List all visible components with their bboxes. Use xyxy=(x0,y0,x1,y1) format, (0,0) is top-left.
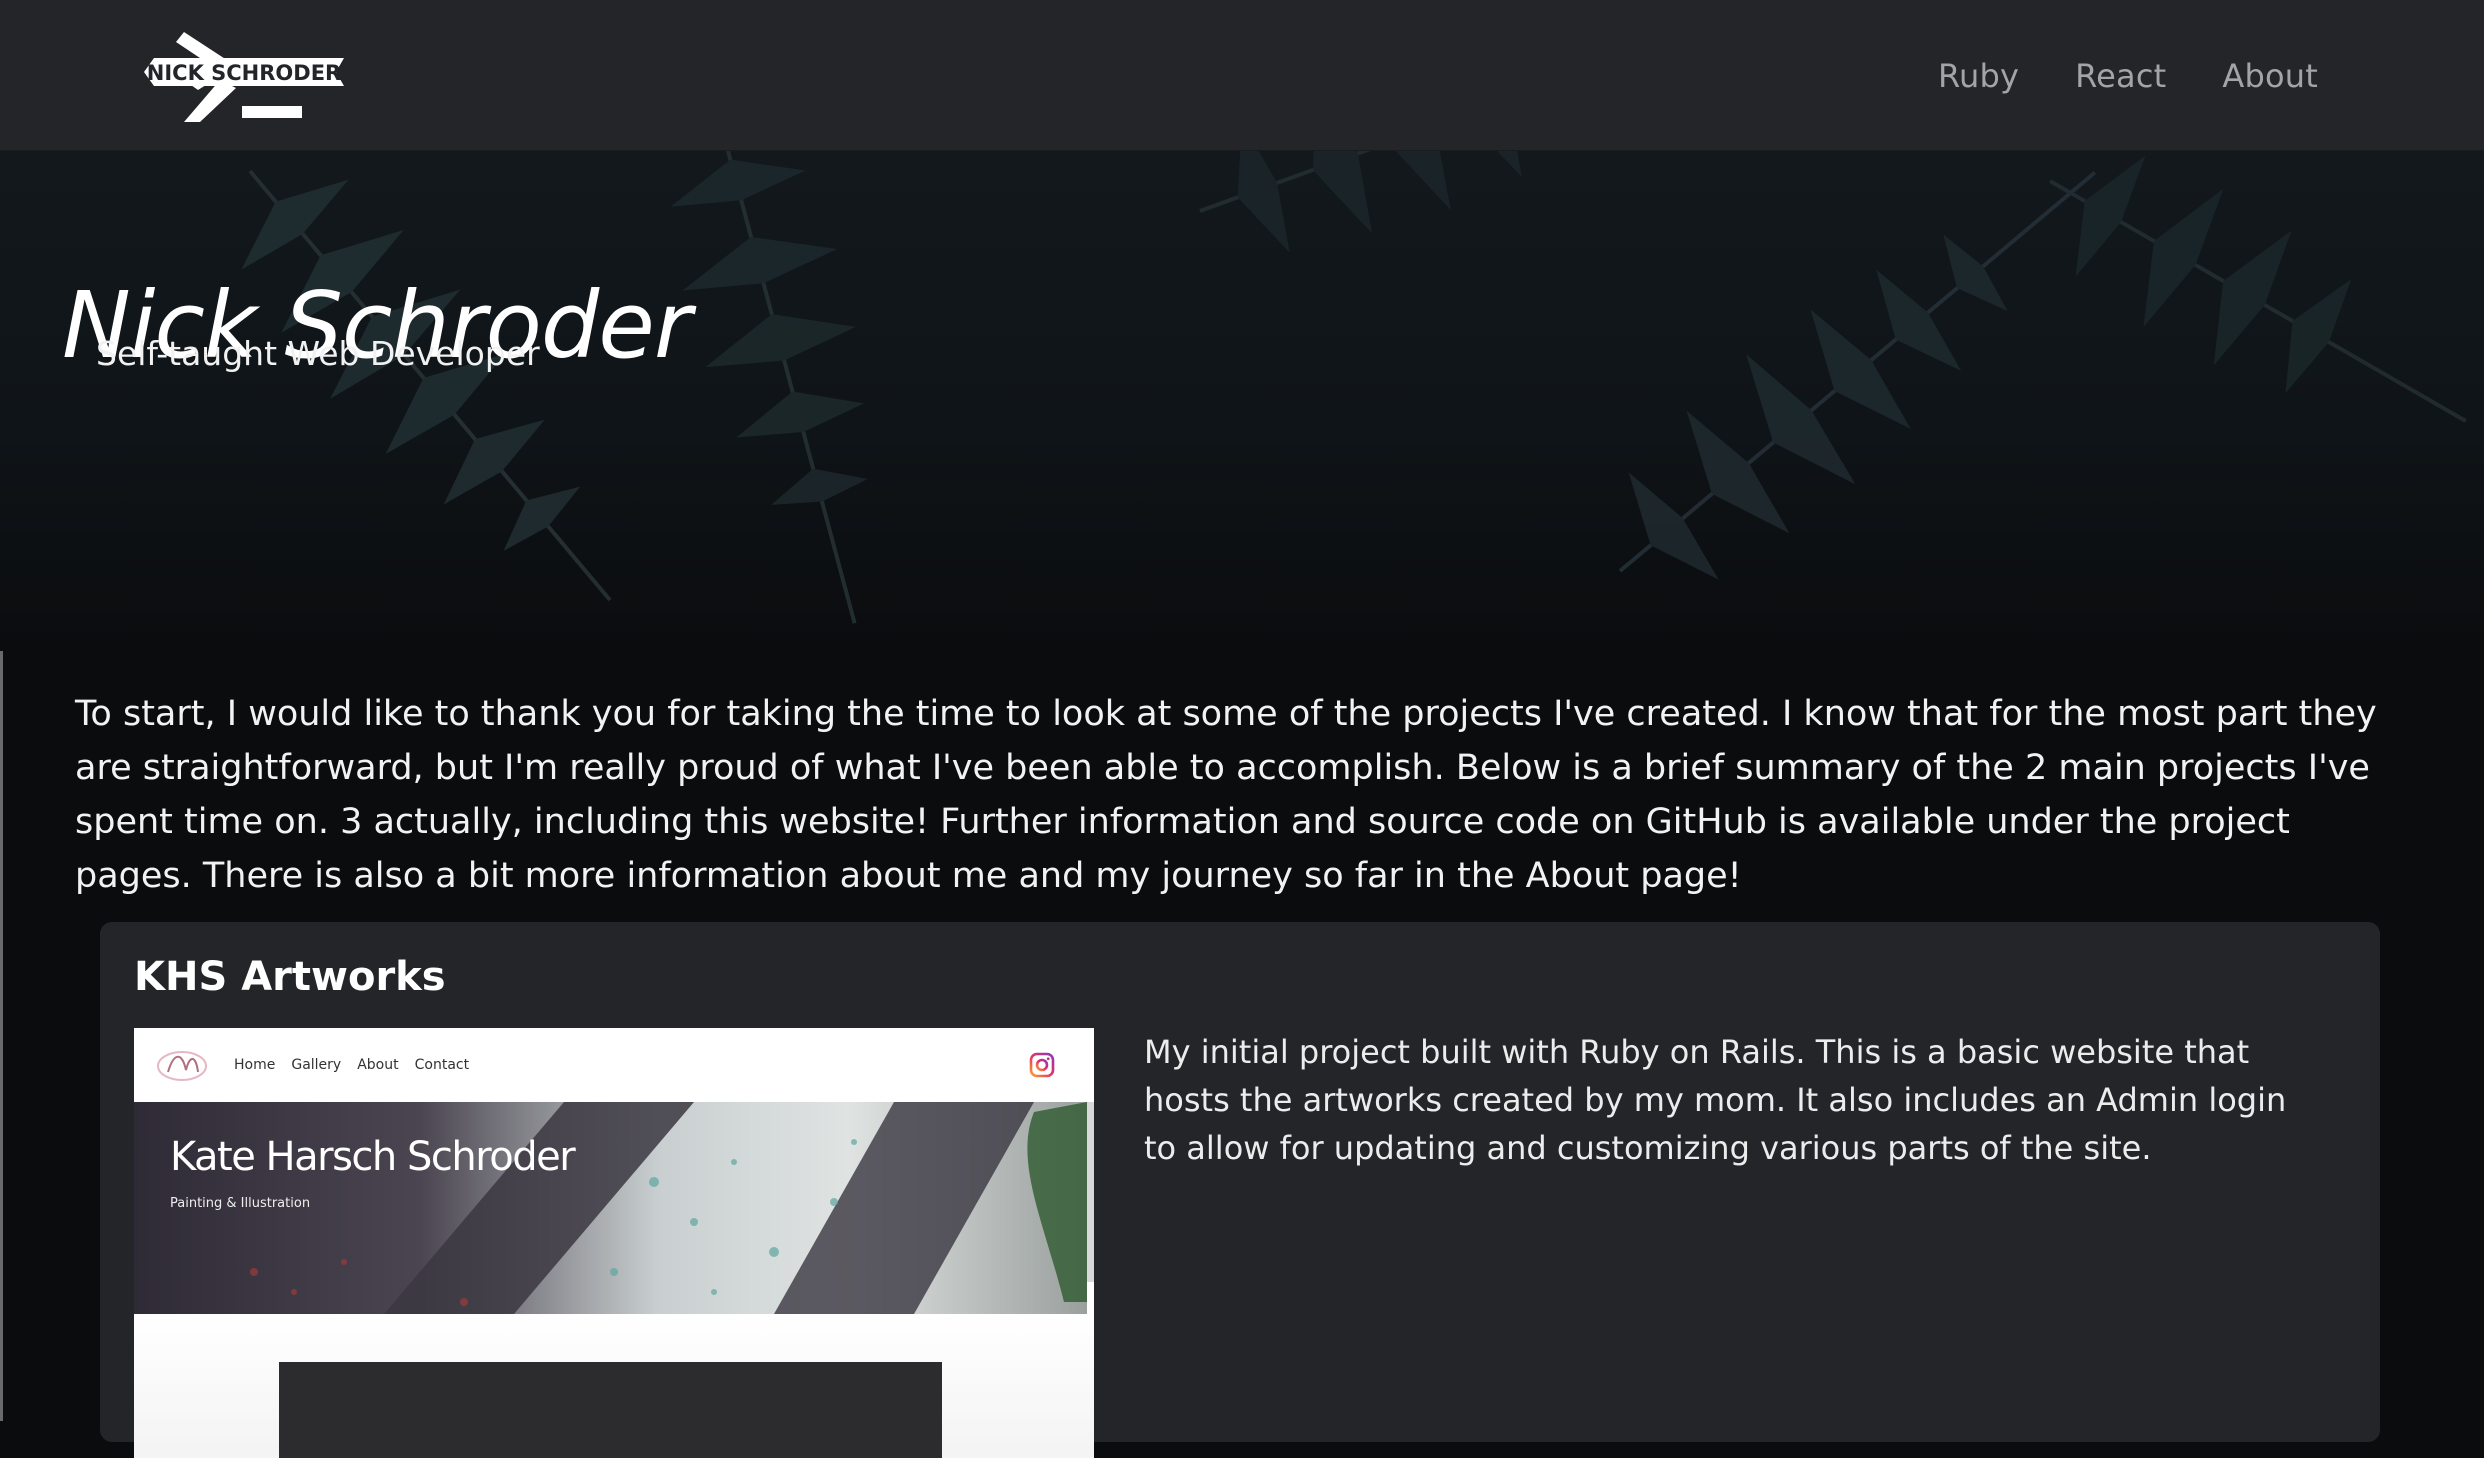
project-preview-image[interactable]: Home Gallery About Contact Kate Harsch S… xyxy=(134,1028,1094,1458)
navbar: NICK SCHRODER Ruby React About xyxy=(0,0,2484,151)
preview-site-subtitle: Painting & Illustration xyxy=(170,1196,311,1211)
preview-gallery-box xyxy=(279,1362,942,1458)
nav-links: Ruby React About xyxy=(1938,0,2318,151)
nav-link-ruby[interactable]: Ruby xyxy=(1938,57,2019,95)
preview-nav-home: Home xyxy=(234,1057,276,1073)
preview-site-title: Kate Harsch Schroder xyxy=(170,1134,576,1180)
logo[interactable]: NICK SCHRODER xyxy=(138,32,348,122)
fern-background-image xyxy=(241,151,2467,624)
preview-hero: Kate Harsch Schroder Painting & Illustra… xyxy=(134,1102,1087,1314)
nav-link-about[interactable]: About xyxy=(2222,57,2318,95)
project-card: KHS Artworks Home Gallery About Contact xyxy=(100,922,2380,1458)
logo-underline xyxy=(242,106,302,118)
project-description: My initial project built with Ruby on Ra… xyxy=(1144,1033,2287,1167)
instagram-icon xyxy=(1029,1052,1055,1078)
preview-nav-links: Home Gallery About Contact xyxy=(234,1028,469,1102)
logo-arrow-tail xyxy=(184,80,236,122)
preview-logo-icon xyxy=(157,1051,207,1081)
preview-nav-gallery: Gallery xyxy=(291,1057,342,1073)
nav-link-react[interactable]: React xyxy=(2075,57,2166,95)
preview-nav-about: About xyxy=(357,1057,399,1073)
hero-banner: Nick Schroder Self-taught Web Developer xyxy=(0,151,2484,651)
logo-text: NICK SCHRODER xyxy=(147,61,341,85)
project-title[interactable]: KHS Artworks xyxy=(134,954,446,1000)
preview-nav-contact: Contact xyxy=(414,1057,470,1073)
preview-navbar: Home Gallery About Contact xyxy=(134,1028,1094,1102)
preview-scrollbar xyxy=(1087,1102,1094,1282)
hero-subtitle: Self-taught Web Developer xyxy=(96,334,540,373)
intro-paragraph: To start, I would like to thank you for … xyxy=(75,694,2377,896)
